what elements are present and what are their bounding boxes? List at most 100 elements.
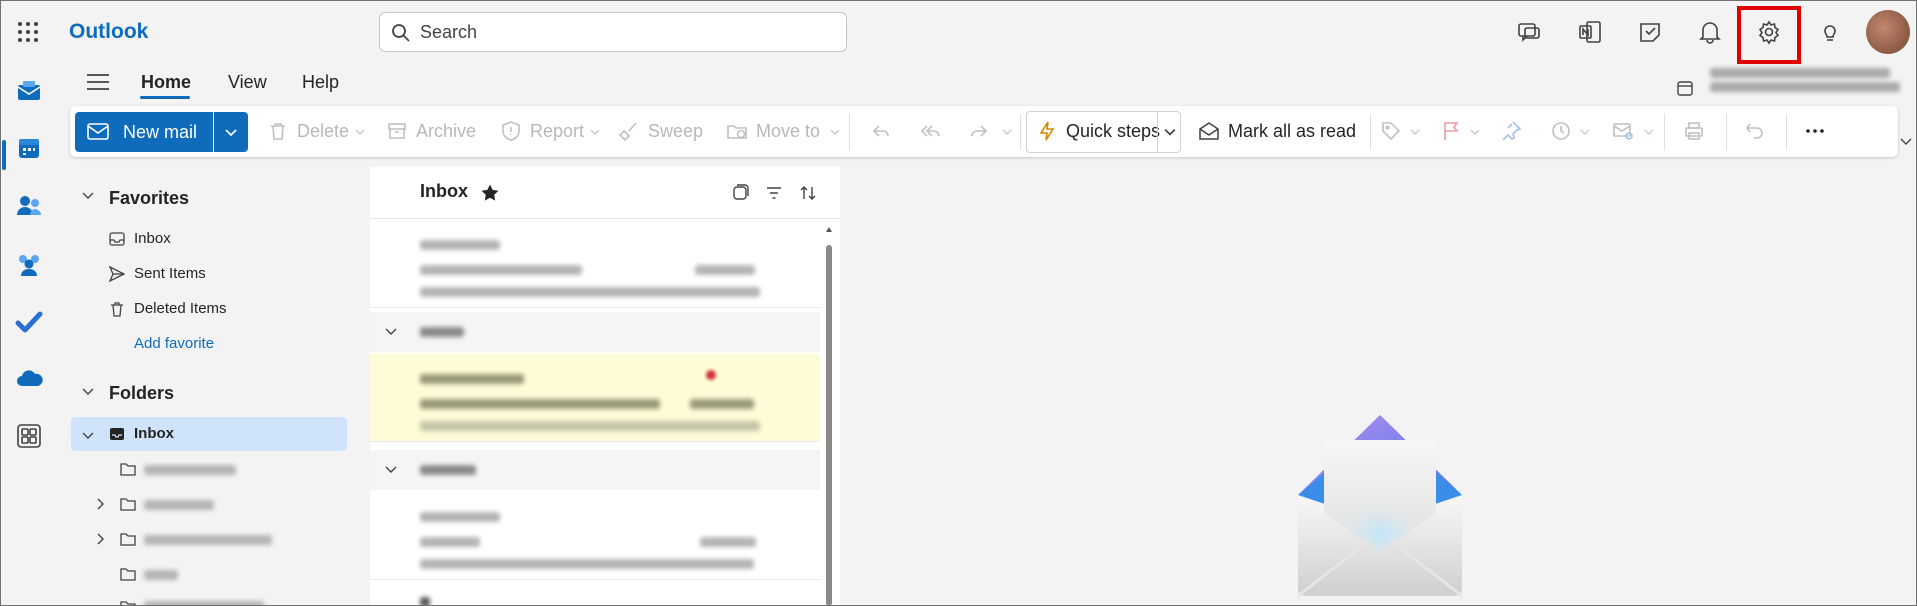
delete-label: Delete (297, 121, 350, 141)
trash-icon (267, 120, 289, 142)
calendar-icon[interactable] (14, 133, 44, 163)
tab-view[interactable]: View (228, 72, 267, 93)
list-item[interactable] (370, 585, 820, 606)
trash-icon (108, 300, 126, 318)
favorites-sent-items[interactable]: Sent Items (134, 265, 206, 282)
rail-selection-indicator (2, 140, 6, 170)
folder-icon (119, 598, 137, 606)
chevron-down-icon (1580, 129, 1590, 135)
add-favorite-link[interactable]: Add favorite (134, 335, 214, 352)
envelope-open-icon (1198, 120, 1220, 142)
ribbon-separator (849, 114, 850, 150)
star-icon[interactable] (480, 183, 500, 203)
group-label-blurred (420, 465, 476, 475)
subfolder-blurred[interactable] (144, 601, 264, 606)
app-launcher-icon[interactable] (16, 20, 40, 44)
onenote-icon[interactable] (1576, 18, 1604, 46)
onedrive-icon[interactable] (14, 364, 44, 394)
chevron-right-icon[interactable] (95, 497, 105, 511)
chevron-down-icon (1644, 129, 1654, 135)
teams-chat-icon[interactable] (1515, 18, 1543, 46)
bell-icon[interactable] (1696, 18, 1724, 46)
more-apps-icon[interactable] (14, 421, 44, 451)
message-list-title: Inbox (420, 181, 468, 201)
subject-blurred (420, 399, 660, 409)
account-tooltip-blurred (1700, 64, 1917, 100)
inbox-icon (108, 230, 126, 248)
subfolder-blurred[interactable] (144, 465, 236, 475)
message-list: Inbox (370, 167, 840, 606)
tab-help[interactable]: Help (302, 72, 339, 93)
subfolder-blurred[interactable] (144, 535, 272, 545)
undo-icon (1744, 120, 1766, 142)
chevron-down-icon[interactable] (384, 464, 398, 476)
subfolder-blurred[interactable] (144, 500, 214, 510)
sort-icon[interactable] (798, 183, 818, 203)
pin-icon (1500, 120, 1522, 142)
chevron-down-icon[interactable] (81, 430, 95, 442)
list-item[interactable] (370, 354, 820, 442)
tab-home[interactable]: Home (141, 72, 191, 93)
tab-home-underline (140, 96, 190, 99)
list-item[interactable] (370, 220, 820, 308)
lightbulb-icon[interactable] (1816, 18, 1844, 46)
new-mail-button[interactable]: New mail (75, 112, 213, 152)
list-group-header[interactable] (370, 312, 820, 352)
report-label: Report (530, 121, 585, 141)
app-rail (0, 64, 58, 606)
ribbon-separator (1664, 114, 1665, 150)
chevron-down-icon[interactable] (81, 190, 95, 202)
favorites-header[interactable]: Favorites (109, 188, 189, 209)
chevron-down-icon (590, 129, 600, 135)
archive-icon (386, 120, 408, 142)
message-list-scrollbar[interactable] (826, 245, 832, 606)
sender-blurred (420, 374, 524, 384)
reply-icon (870, 120, 892, 142)
calendar-mini-icon[interactable] (1676, 79, 1694, 97)
shield-icon (500, 120, 522, 142)
app-title[interactable]: Outlook (69, 20, 148, 44)
people-icon[interactable] (14, 191, 44, 221)
todo-check-icon[interactable] (14, 307, 44, 337)
quick-steps-label: Quick steps (1066, 121, 1161, 141)
list-group-header[interactable] (370, 450, 820, 490)
folder-icon (119, 460, 137, 478)
ribbon-separator (1786, 114, 1787, 150)
reply-all-icon (920, 120, 942, 142)
todo-note-icon[interactable] (1636, 18, 1664, 46)
select-mode-icon[interactable] (730, 183, 750, 203)
quick-steps-dropdown[interactable] (1157, 111, 1181, 153)
folders-header[interactable]: Folders (109, 383, 174, 404)
new-mail-dropdown-button[interactable] (214, 112, 248, 152)
list-item[interactable] (370, 492, 820, 580)
mark-all-read-label: Mark all as read (1228, 121, 1357, 141)
chevron-right-icon[interactable] (95, 532, 105, 546)
archive-label: Archive (416, 121, 477, 141)
new-mail-label: New mail (123, 122, 198, 142)
chevron-down-icon[interactable] (81, 386, 95, 398)
search-input[interactable] (420, 19, 830, 45)
search-box[interactable] (379, 12, 847, 52)
date-blurred (700, 537, 756, 547)
filter-icon[interactable] (764, 183, 784, 203)
chevron-down-icon (830, 129, 840, 135)
preview-blurred (420, 287, 760, 297)
chevron-down-icon[interactable] (384, 326, 398, 338)
ribbon-expand-chevron-icon[interactable] (1898, 136, 1914, 148)
sender-blurred (420, 512, 500, 522)
ellipsis-icon (1804, 120, 1826, 142)
folder-icon (119, 495, 137, 513)
favorites-inbox[interactable]: Inbox (134, 230, 171, 247)
groups-icon[interactable] (14, 249, 44, 279)
chevron-down-icon (1410, 129, 1420, 135)
inbox-filled-icon (108, 425, 126, 443)
avatar[interactable] (1866, 10, 1910, 54)
favorites-deleted-items[interactable]: Deleted Items (134, 300, 227, 317)
subfolder-blurred[interactable] (144, 570, 178, 580)
mail-icon[interactable] (14, 76, 44, 106)
hamburger-menu-icon[interactable] (84, 70, 112, 94)
chevron-down-icon (1470, 129, 1480, 135)
scroll-up-arrow-icon[interactable] (825, 226, 833, 234)
folder-icon (119, 530, 137, 548)
group-label-blurred (420, 597, 430, 606)
